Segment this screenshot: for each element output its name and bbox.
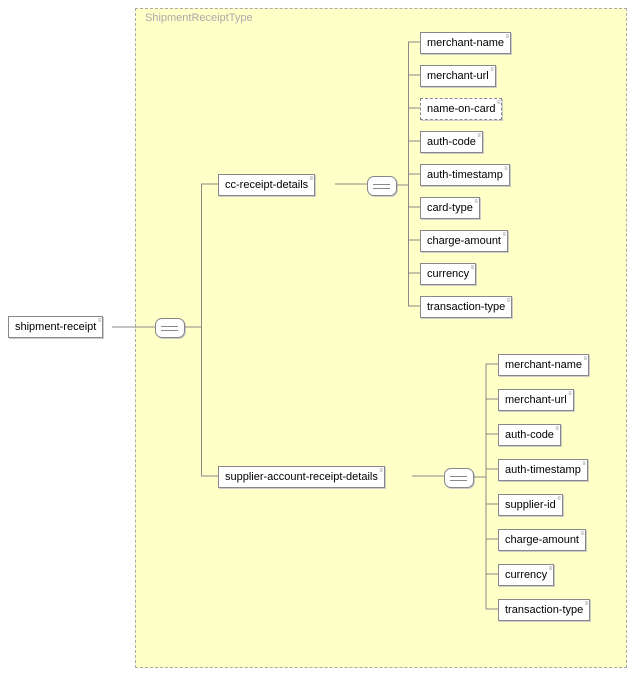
corner-icon: ≡ (474, 199, 478, 205)
node-supplier-id[interactable]: supplier-id≡ (498, 494, 563, 516)
corner-icon: ≡ (568, 391, 572, 397)
corner-icon: ≡ (557, 496, 561, 502)
corner-icon: ≡ (477, 133, 481, 139)
node-merchant-name[interactable]: merchant-name≡ (420, 32, 511, 54)
node-transaction-type[interactable]: transaction-type≡ (420, 296, 512, 318)
corner-icon: ≡ (582, 461, 586, 467)
node-label: currency (427, 268, 469, 280)
node-label: auth-code (505, 429, 554, 441)
node-currency[interactable]: currency≡ (498, 564, 554, 586)
node-auth-code[interactable]: auth-code≡ (498, 424, 561, 446)
node-label: merchant-name (427, 37, 504, 49)
node-label: card-type (427, 202, 473, 214)
node-label: transaction-type (427, 301, 505, 313)
sequence-cc[interactable] (367, 176, 397, 196)
corner-icon: ≡ (549, 566, 553, 572)
node-currency[interactable]: currency≡ (420, 263, 476, 285)
node-name-on-card[interactable]: name-on-card≡ (420, 98, 502, 120)
node-label: cc-receipt-details (225, 179, 308, 191)
node-merchant-name[interactable]: merchant-name≡ (498, 354, 589, 376)
node-label: auth-code (427, 136, 476, 148)
node-label: supplier-id (505, 499, 556, 511)
node-charge-amount[interactable]: charge-amount≡ (498, 529, 586, 551)
node-auth-timestamp[interactable]: auth-timestamp≡ (498, 459, 588, 481)
node-label: name-on-card (427, 103, 495, 115)
node-charge-amount[interactable]: charge-amount≡ (420, 230, 508, 252)
node-shipment-receipt[interactable]: shipment-receipt ≡ (8, 316, 103, 338)
corner-icon: ≡ (555, 426, 559, 432)
corner-icon: ≡ (584, 356, 588, 362)
node-cc-receipt-details[interactable]: cc-receipt-details ≡ (218, 174, 315, 196)
node-label: merchant-url (505, 394, 567, 406)
node-merchant-url[interactable]: merchant-url≡ (498, 389, 574, 411)
node-label: shipment-receipt (15, 321, 96, 333)
corner-icon: ≡ (497, 100, 501, 106)
sequence-root[interactable] (155, 318, 185, 338)
node-label: merchant-url (427, 70, 489, 82)
node-auth-timestamp[interactable]: auth-timestamp≡ (420, 164, 510, 186)
node-label: auth-timestamp (427, 169, 503, 181)
node-label: merchant-name (505, 359, 582, 371)
sequence-supplier[interactable] (444, 468, 474, 488)
node-merchant-url[interactable]: merchant-url≡ (420, 65, 496, 87)
corner-icon: ≡ (507, 298, 511, 304)
node-auth-code[interactable]: auth-code≡ (420, 131, 483, 153)
corner-icon: ≡ (506, 34, 510, 40)
node-label: currency (505, 569, 547, 581)
corner-icon: ≡ (98, 318, 102, 324)
corner-icon: ≡ (471, 265, 475, 271)
node-label: charge-amount (505, 534, 579, 546)
corner-icon: ≡ (504, 166, 508, 172)
node-label: charge-amount (427, 235, 501, 247)
corner-icon: ≡ (310, 176, 314, 182)
corner-icon: ≡ (585, 601, 589, 607)
node-supplier-account-receipt-details[interactable]: supplier-account-receipt-details ≡ (218, 466, 385, 488)
corner-icon: ≡ (502, 232, 506, 238)
node-label: transaction-type (505, 604, 583, 616)
node-label: supplier-account-receipt-details (225, 471, 378, 483)
corner-icon: ≡ (379, 468, 383, 474)
node-label: auth-timestamp (505, 464, 581, 476)
corner-icon: ≡ (580, 531, 584, 537)
type-label: ShipmentReceiptType (145, 12, 253, 24)
node-transaction-type[interactable]: transaction-type≡ (498, 599, 590, 621)
node-card-type[interactable]: card-type≡ (420, 197, 480, 219)
corner-icon: ≡ (490, 67, 494, 73)
